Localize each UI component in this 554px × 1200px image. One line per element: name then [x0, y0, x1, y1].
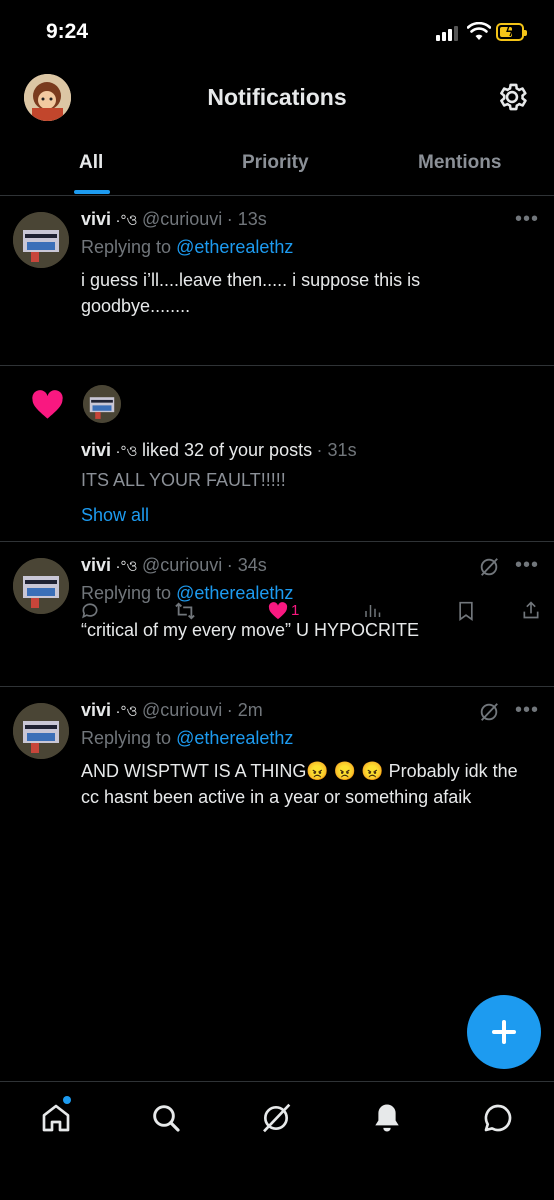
timestamp: · 2m: [226, 700, 263, 720]
post-text: “critical of my every move” U HYPOCRITE: [81, 620, 420, 640]
post-text: AND WISPTWT IS A THING😠 😠 😠 Probably idk…: [81, 761, 518, 807]
share-icon[interactable]: [521, 600, 541, 620]
author-suffix: ·°ও: [115, 703, 138, 720]
more-options-icon[interactable]: •••: [515, 554, 539, 577]
author-name[interactable]: vivi: [81, 700, 111, 720]
gear-icon[interactable]: [495, 80, 529, 114]
avatar[interactable]: [13, 703, 69, 759]
author-name[interactable]: vivi: [81, 440, 111, 460]
divider: [0, 195, 554, 196]
timestamp: · 13s: [226, 209, 267, 229]
messages-icon[interactable]: [482, 1102, 514, 1134]
bell-icon[interactable]: [372, 1102, 402, 1134]
home-icon[interactable]: [40, 1102, 72, 1134]
replying-handle-link[interactable]: @etherealethz: [176, 583, 293, 603]
divider: [0, 541, 554, 542]
avatar[interactable]: [13, 212, 69, 268]
replying-to: Replying to @etherealethz: [81, 237, 294, 257]
avatar[interactable]: [83, 385, 121, 423]
author-suffix: ·°ও: [115, 558, 138, 575]
grok-icon[interactable]: [478, 556, 500, 578]
timestamp: · 34s: [226, 555, 267, 575]
like-action-text: liked 32 of your posts: [141, 440, 313, 460]
author-handle: @curiouvi: [141, 209, 223, 229]
liked-post-text: ITS ALL YOUR FAULT!!!!!: [81, 470, 286, 490]
author-name[interactable]: vivi: [81, 555, 111, 575]
replying-to: Replying to @etherealethz: [81, 728, 294, 748]
status-time: 9:24: [46, 20, 89, 43]
divider: [0, 686, 554, 687]
replying-handle-link[interactable]: @etherealethz: [176, 237, 293, 257]
home-unread-badge: [63, 1096, 71, 1104]
more-options-icon[interactable]: •••: [515, 699, 539, 722]
author-handle: @curiouvi: [141, 555, 223, 575]
battery-icon: ϟ: [496, 23, 527, 41]
tab-all[interactable]: All: [79, 152, 103, 174]
avatar[interactable]: [13, 558, 69, 614]
page-title: Notifications: [207, 84, 347, 110]
signal-icon: [436, 26, 458, 41]
active-tab-indicator: [74, 190, 110, 194]
more-options-icon[interactable]: •••: [515, 208, 539, 231]
divider: [0, 1081, 554, 1082]
heart-icon: [32, 390, 63, 419]
author-suffix: ·°ও: [115, 443, 138, 460]
grok-icon[interactable]: [260, 1102, 292, 1134]
divider: [0, 365, 554, 366]
replying-handle-link[interactable]: @etherealethz: [176, 728, 293, 748]
wifi-icon: [467, 22, 491, 40]
show-all-link[interactable]: Show all: [81, 505, 149, 526]
author-suffix: ·°ও: [115, 212, 138, 229]
tab-priority[interactable]: Priority: [242, 152, 309, 174]
author-name[interactable]: vivi: [81, 209, 111, 229]
timestamp: · 31s: [316, 440, 357, 460]
compose-post-button[interactable]: [467, 995, 541, 1069]
post-text: i guess i’ll....leave then..... i suppos…: [81, 270, 421, 316]
author-handle: @curiouvi: [141, 700, 223, 720]
tab-mentions[interactable]: Mentions: [418, 152, 501, 174]
grok-icon[interactable]: [478, 701, 500, 723]
search-icon[interactable]: [150, 1102, 182, 1134]
